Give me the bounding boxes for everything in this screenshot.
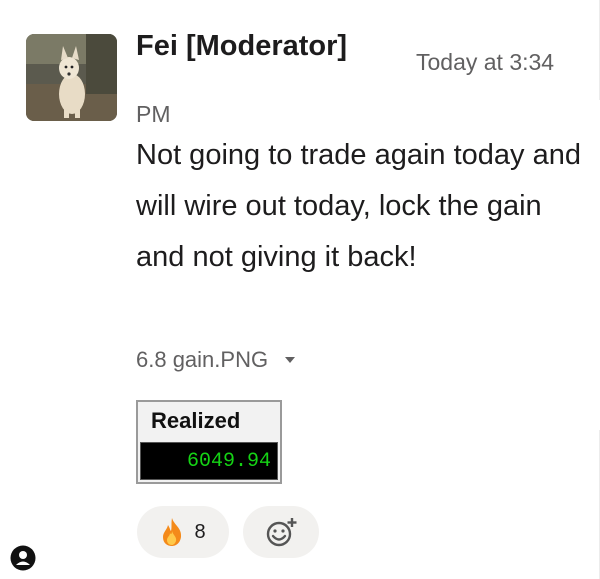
fire-emoji — [163, 518, 182, 546]
dog-avatar — [26, 34, 117, 121]
attachment-header[interactable]: 6.8 gain.PNG — [136, 340, 298, 380]
profile-icon[interactable] — [10, 545, 36, 571]
add-emoji-icon — [266, 518, 297, 547]
realized-label: Realized — [151, 408, 241, 433]
caret-down-icon[interactable] — [282, 352, 298, 368]
add-reaction-button[interactable] — [243, 506, 319, 558]
realized-value-box: 6049.94 — [140, 442, 278, 480]
attachment-image[interactable]: Realized 6049.94 — [136, 400, 282, 484]
reaction-fire[interactable]: 8 — [137, 506, 229, 558]
message-text: Not going to trade again today and will … — [136, 139, 581, 273]
reaction-count: 8 — [194, 520, 206, 543]
realized-value: 6049.94 — [186, 450, 271, 473]
message-timestamp[interactable]: Today at 3:34 PM — [136, 36, 556, 140]
user-avatar[interactable] — [26, 34, 117, 121]
attachment-filename[interactable]: 6.8 gain.PNG — [136, 347, 268, 373]
